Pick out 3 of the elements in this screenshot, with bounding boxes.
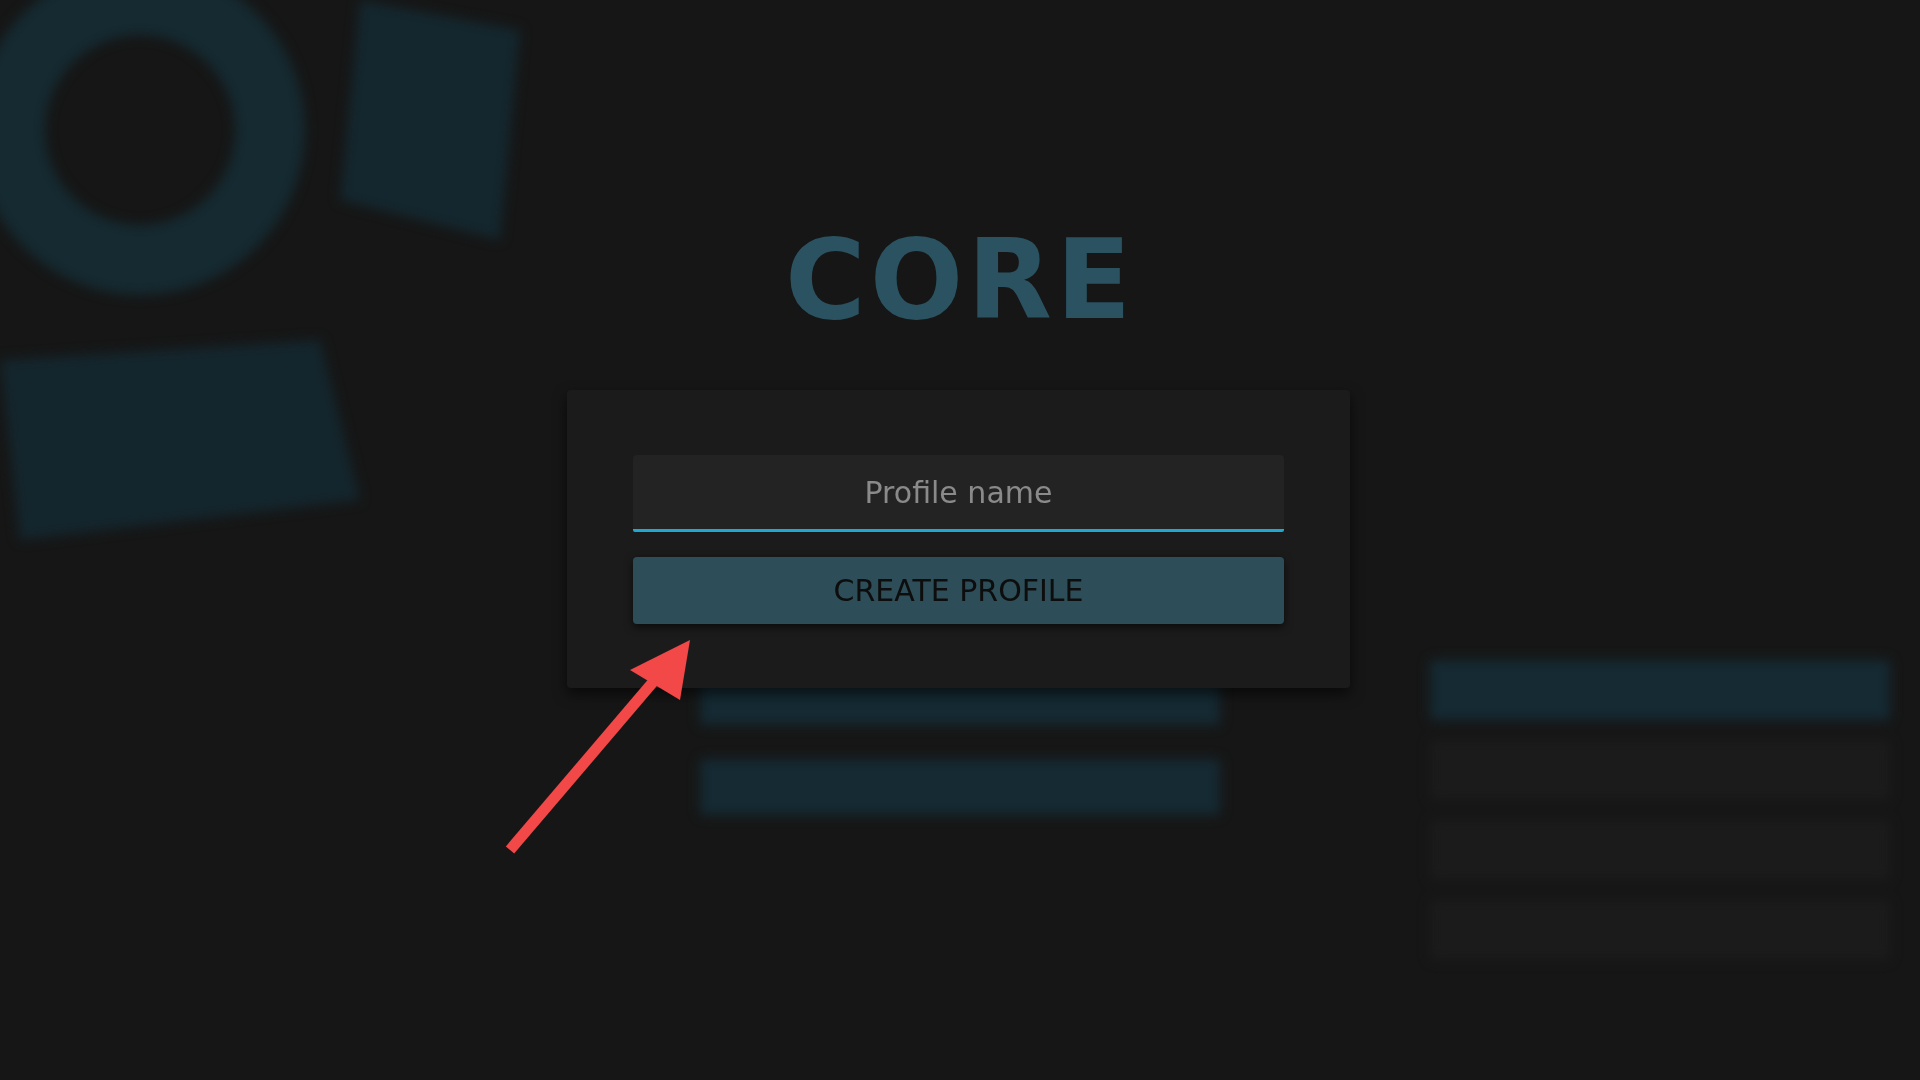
create-profile-button[interactable]: CREATE PROFILE [633, 557, 1284, 624]
profile-name-field[interactable]: Profile name [633, 455, 1284, 532]
background-title: CORE [784, 225, 1136, 335]
